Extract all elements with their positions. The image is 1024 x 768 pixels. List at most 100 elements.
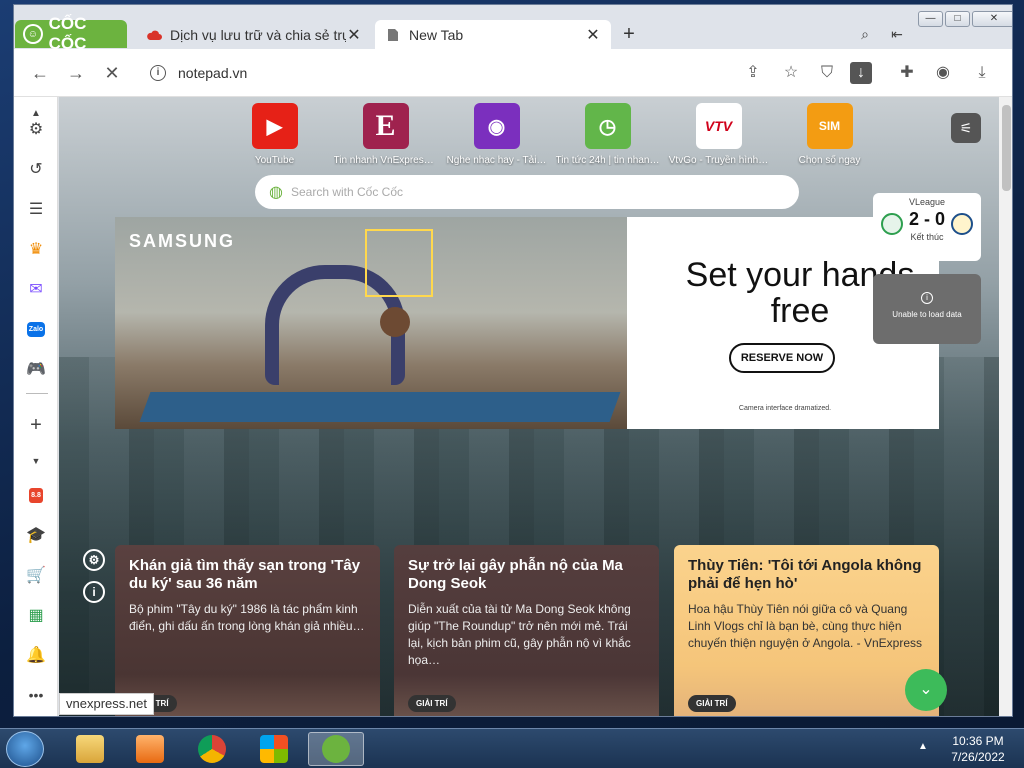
coccoc-menu-button[interactable]: ☺ CỐC CỐC: [15, 14, 127, 53]
coccoc-search-icon: ◍: [269, 184, 283, 201]
downloads-icon[interactable]: ⤓: [971, 62, 993, 84]
add-sidebar-item-icon[interactable]: +: [24, 413, 48, 437]
speed-dial-label: VtvGo - Truyền hình…: [668, 155, 769, 166]
music-disc-icon: ◉: [473, 103, 520, 149]
minimize-button[interactable]: —: [918, 11, 943, 27]
navigation-bar: ← → ✕ i notepad.vn ⇪ ☆ ⛉ ↓ ✚ ◉ ⤓: [14, 49, 1012, 97]
news-description: Bộ phim "Tây du ký" 1986 là tác phẩm kin…: [129, 602, 365, 633]
show-hidden-icons-icon[interactable]: ▲: [918, 741, 928, 752]
speed-dial-label: Chọn số ngay: [798, 155, 861, 166]
more-options-icon[interactable]: •••: [24, 683, 48, 707]
unavailable-widget: i Unable to load data: [873, 274, 981, 344]
address-bar[interactable]: i notepad.vn: [140, 57, 730, 89]
speed-dial-label: Nghe nhạc hay - Tải…: [446, 155, 547, 166]
stop-loading-icon[interactable]: ✕: [100, 61, 124, 85]
history-icon[interactable]: ↺: [24, 157, 48, 181]
start-button[interactable]: [6, 731, 44, 767]
close-tab-icon[interactable]: ✕: [346, 25, 362, 45]
speed-dial-youtube[interactable]: ▶ YouTube: [219, 103, 330, 166]
speed-dial-label: Tin tức 24h | tin nhan…: [555, 155, 660, 166]
shopping-icon[interactable]: 8.8: [24, 483, 48, 507]
coccoc-logo-icon: ☺: [23, 24, 43, 44]
forward-arrow-icon[interactable]: →: [64, 61, 88, 85]
news-card[interactable]: Thùy Tiên: 'Tôi tới Angola không phải để…: [674, 545, 939, 716]
sidebar: ▲ ⚙ ↺ ☰ ♛ ✉ Zalo 🎮 + ▼ 8.8 🎓 🛒 ▦ 🔔 •••: [14, 97, 58, 716]
reserve-now-button[interactable]: RESERVE NOW: [729, 343, 835, 373]
new-tab-button[interactable]: +: [618, 23, 640, 45]
speed-dial-news24h[interactable]: ◷ Tin tức 24h | tin nhan…: [552, 103, 663, 166]
notification-bell-icon[interactable]: 🔔: [24, 643, 48, 667]
browser-window: ☺ CỐC CỐC Dịch vụ lưu trữ và chia sẻ trự…: [13, 4, 1013, 717]
ad-photo: SAMSUNG: [115, 217, 627, 429]
score-widget[interactable]: VLeague 2 - 0 Kết thúc: [873, 193, 981, 261]
taskbar-explorer[interactable]: [62, 732, 118, 766]
list-icon[interactable]: ☰: [24, 197, 48, 221]
taskbar-windows-explorer[interactable]: [246, 732, 302, 766]
error-text: Unable to load data: [892, 310, 962, 319]
back-arrow-icon[interactable]: ←: [28, 61, 52, 85]
tab-title: New Tab: [409, 27, 464, 43]
tab-search-icon[interactable]: ⌕: [854, 23, 876, 45]
new-tab-page: ▶ YouTube E Tin nhanh VnExpress… ◉ Nghe …: [59, 97, 999, 716]
news-description: Diễn xuất của tài tử Ma Dong Seok không …: [408, 602, 631, 667]
windows-logo-icon: [260, 735, 288, 763]
clock-icon: ◷: [584, 103, 631, 149]
ad-caption: Camera interface dramatized.: [738, 405, 832, 412]
clock-date: 7/26/2022: [951, 750, 1005, 764]
extensions-icon[interactable]: ✚: [896, 62, 918, 84]
clock-time: 10:36 PM: [952, 734, 1004, 748]
search-box[interactable]: ◍ Search with Cốc Cốc: [255, 175, 799, 209]
window-controls: — □ ✕: [918, 11, 1012, 27]
customize-settings-icon[interactable]: ⚟: [951, 113, 981, 143]
close-tab-icon[interactable]: ✕: [585, 25, 601, 45]
samsung-ad-banner[interactable]: SAMSUNG Set your hands free RESERVE NOW …: [115, 217, 939, 429]
system-clock[interactable]: 10:36 PM 7/26/2022: [938, 733, 1018, 765]
tab-title: Dịch vụ lưu trữ và chia sẻ trực: [170, 27, 346, 43]
speed-dial-sim[interactable]: SIM Chọn số ngay: [774, 103, 885, 166]
news-card[interactable]: Khán giả tìm thấy sạn trong 'Tây du ký' …: [115, 545, 380, 716]
vtvgo-icon: VTV: [695, 103, 742, 149]
bookmark-star-icon[interactable]: ☆: [780, 62, 802, 84]
download-video-icon[interactable]: ↓: [850, 62, 872, 84]
speed-dial-vtvgo[interactable]: VTV VtvGo - Truyền hình…: [663, 103, 774, 166]
taskbar-media-player[interactable]: [122, 732, 178, 766]
sheet-icon[interactable]: ▦: [24, 603, 48, 627]
brand-label: CỐC CỐC: [48, 14, 87, 53]
education-cap-icon[interactable]: 🎓: [24, 523, 48, 547]
speed-dial-music[interactable]: ◉ Nghe nhạc hay - Tải…: [441, 103, 552, 166]
tab-new-tab[interactable]: New Tab ✕: [375, 20, 611, 50]
league-name: VLeague: [908, 197, 946, 207]
samsung-logo: SAMSUNG: [129, 231, 236, 251]
gear-icon[interactable]: ⚙: [24, 117, 48, 141]
scroll-down-icon[interactable]: ▼: [24, 449, 48, 473]
shield-icon[interactable]: ⛉: [816, 62, 838, 84]
folder-icon: [76, 735, 104, 763]
scroll-down-chevron-icon[interactable]: ⌄: [905, 669, 947, 711]
news-title: Khán giả tìm thấy sạn trong 'Tây du ký' …: [129, 557, 361, 592]
game-controller-icon[interactable]: 🎮: [24, 357, 48, 381]
speed-dial-vnexpress[interactable]: E Tin nhanh VnExpress…: [330, 103, 441, 166]
taskbar-chrome[interactable]: [184, 732, 240, 766]
away-team-logo: [951, 213, 973, 235]
crown-icon[interactable]: ♛: [24, 237, 48, 261]
maximize-button[interactable]: □: [945, 11, 970, 27]
youtube-icon: ▶: [251, 103, 298, 149]
zalo-icon[interactable]: Zalo: [24, 317, 48, 341]
share-icon[interactable]: ⇪: [742, 62, 764, 84]
news-card[interactable]: Sự trở lại gây phẫn nộ của Ma Dong Seok …: [394, 545, 659, 716]
sidebar-divider: [26, 393, 48, 394]
site-info-icon[interactable]: i: [150, 65, 166, 81]
tab-storage[interactable]: Dịch vụ lưu trữ và chia sẻ trực ✕: [136, 20, 372, 50]
speed-dial-label: YouTube: [254, 155, 295, 166]
vertical-scrollbar[interactable]: [999, 97, 1012, 716]
messenger-icon[interactable]: ✉: [24, 277, 48, 301]
cart-icon[interactable]: 🛒: [24, 563, 48, 587]
news-settings-gear-icon[interactable]: ⚙: [83, 549, 105, 571]
close-window-button[interactable]: ✕: [972, 11, 1012, 27]
media-player-icon: [136, 735, 164, 763]
back-forward-cache-icon[interactable]: ⇤: [886, 23, 908, 45]
news-info-icon[interactable]: i: [83, 581, 105, 603]
profile-avatar-icon[interactable]: ◉: [932, 62, 954, 84]
scrollbar-thumb[interactable]: [1002, 105, 1011, 191]
taskbar-coccoc[interactable]: [308, 732, 364, 766]
